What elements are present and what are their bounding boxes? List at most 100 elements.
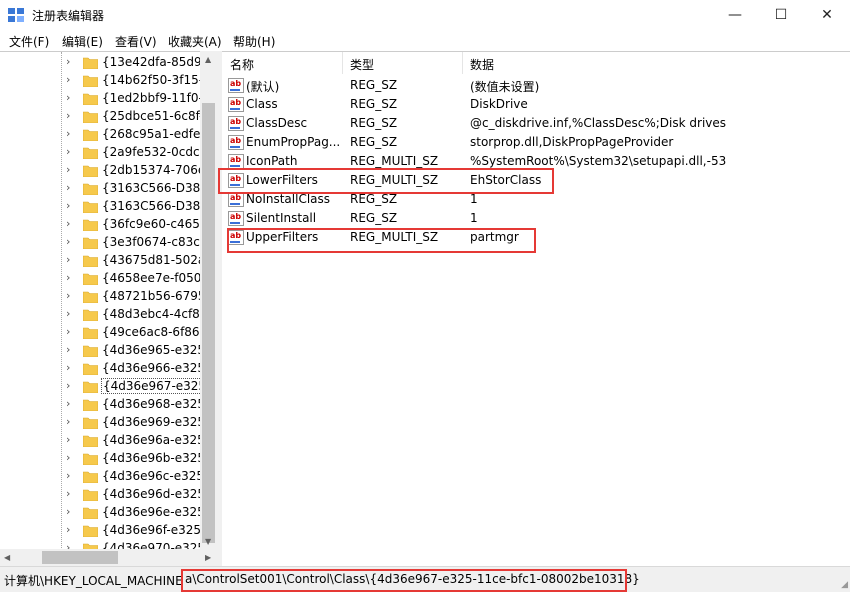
tree-item-label[interactable]: {49ce6ac8-6f86- xyxy=(102,325,204,339)
column-divider[interactable] xyxy=(342,52,343,74)
expand-chevron-icon[interactable]: › xyxy=(66,145,70,158)
tree-item[interactable]: › {4d36e96a-e325- xyxy=(0,432,209,450)
tree-item-label[interactable]: {4d36e965-e325- xyxy=(102,343,209,357)
expand-chevron-icon[interactable]: › xyxy=(66,523,70,536)
tree-item[interactable]: › {48721b56-6795- xyxy=(0,288,210,306)
expand-chevron-icon[interactable]: › xyxy=(66,379,70,392)
expand-chevron-icon[interactable]: › xyxy=(66,181,70,194)
expand-chevron-icon[interactable]: › xyxy=(66,325,70,338)
minimize-button[interactable]: — xyxy=(712,0,758,31)
tree-item[interactable]: › {268c95a1-edfe- xyxy=(0,126,205,144)
tree-item-label[interactable]: {43675d81-502a- xyxy=(102,253,210,267)
maximize-button[interactable]: ☐ xyxy=(758,0,804,31)
column-header-data[interactable]: 数据 xyxy=(470,56,494,73)
value-row[interactable]: ab Class REG_SZ DiskDrive xyxy=(222,95,850,114)
tree-item[interactable]: › {3163C566-D381 xyxy=(0,180,208,198)
tree-item[interactable]: › {4d36e969-e325- xyxy=(0,414,209,432)
tree-item[interactable]: › {4d36e967-e325- xyxy=(0,378,213,396)
tree-item-label[interactable]: {48d3ebc4-4cf8- xyxy=(102,307,204,321)
tree-item-label[interactable]: {4d36e96f-e325- xyxy=(102,523,205,537)
tree-horizontal-scrollbar[interactable]: ◀ ▶ xyxy=(0,549,217,566)
scroll-right-icon[interactable]: ▶ xyxy=(205,553,211,562)
column-header-type[interactable]: 类型 xyxy=(350,56,374,73)
menu-view[interactable]: 查看(V) xyxy=(115,33,157,50)
tree-item-label[interactable]: {4658ee7e-f050- xyxy=(102,271,206,285)
value-row[interactable]: ab ClassDesc REG_SZ @c_diskdrive.inf,%Class… xyxy=(222,114,850,133)
expand-chevron-icon[interactable]: › xyxy=(66,163,70,176)
tree-item[interactable]: › {36fc9e60-c465- xyxy=(0,216,204,234)
scroll-up-icon[interactable]: ▲ xyxy=(205,55,211,64)
tree-item-label[interactable]: {4d36e96e-e325- xyxy=(102,505,209,519)
scroll-left-icon[interactable]: ◀ xyxy=(4,553,10,562)
tree-item-label[interactable]: {3163C566-D381 xyxy=(102,199,208,213)
tree-item-label[interactable]: {14b62f50-3f15- xyxy=(102,73,203,87)
expand-chevron-icon[interactable]: › xyxy=(66,55,70,68)
tree-item-label[interactable]: {3e3f0674-c83c- xyxy=(102,235,204,249)
tree-item-label[interactable]: {4d36e96a-e325- xyxy=(102,433,209,447)
column-header-name[interactable]: 名称 xyxy=(230,56,254,73)
tree-item-label[interactable]: {36fc9e60-c465- xyxy=(102,217,204,231)
expand-chevron-icon[interactable]: › xyxy=(66,217,70,230)
expand-chevron-icon[interactable]: › xyxy=(66,199,70,212)
tree-item[interactable]: › {1ed2bbf9-11f0- xyxy=(0,90,203,108)
tree-item[interactable]: › {2db15374-706e xyxy=(0,162,205,180)
tree-item[interactable]: › {49ce6ac8-6f86- xyxy=(0,324,204,342)
scrollbar-thumb[interactable] xyxy=(202,103,215,543)
tree-item-label[interactable]: {4d36e968-e325- xyxy=(102,397,209,411)
expand-chevron-icon[interactable]: › xyxy=(66,361,70,374)
tree-item-label[interactable]: {48721b56-6795- xyxy=(102,289,210,303)
expand-chevron-icon[interactable]: › xyxy=(66,253,70,266)
close-button[interactable]: ✕ xyxy=(804,0,850,31)
tree-item[interactable]: › {2a9fe532-0cdc- xyxy=(0,144,204,162)
tree-item[interactable]: › {4d36e96c-e325- xyxy=(0,468,208,486)
column-divider[interactable] xyxy=(462,52,463,74)
expand-chevron-icon[interactable]: › xyxy=(66,451,70,464)
tree-item[interactable]: › {43675d81-502a- xyxy=(0,252,210,270)
tree-item[interactable]: › {25dbce51-6c8f- xyxy=(0,108,203,126)
tree-item[interactable]: › {3163C566-D381 xyxy=(0,198,208,216)
tree-item-label[interactable]: {4d36e969-e325- xyxy=(102,415,209,429)
tree-item-label[interactable]: {4d36e967-e325- xyxy=(101,378,213,394)
expand-chevron-icon[interactable]: › xyxy=(66,289,70,302)
tree-item[interactable]: › {4d36e966-e325- xyxy=(0,360,209,378)
tree-item-label[interactable]: {4d36e96b-e325- xyxy=(102,451,209,465)
menu-favorites[interactable]: 收藏夹(A) xyxy=(168,33,222,50)
registry-tree[interactable]: › {13e42dfa-85d9- › {14b62f50-3f15- › {1ed2bb… xyxy=(0,51,217,567)
tree-item[interactable]: › {14b62f50-3f15- xyxy=(0,72,203,90)
tree-item[interactable]: › {4d36e96b-e325- xyxy=(0,450,209,468)
value-row[interactable]: ab (默认) REG_SZ (数值未设置) xyxy=(222,76,850,95)
tree-item-label[interactable]: {4d36e966-e325- xyxy=(102,361,209,375)
scrollbar-thumb[interactable] xyxy=(42,551,118,564)
expand-chevron-icon[interactable]: › xyxy=(66,127,70,140)
expand-chevron-icon[interactable]: › xyxy=(66,487,70,500)
expand-chevron-icon[interactable]: › xyxy=(66,271,70,284)
expand-chevron-icon[interactable]: › xyxy=(66,415,70,428)
expand-chevron-icon[interactable]: › xyxy=(66,307,70,320)
tree-item[interactable]: › {4d36e96e-e325- xyxy=(0,504,209,522)
expand-chevron-icon[interactable]: › xyxy=(66,91,70,104)
value-row[interactable]: ab EnumPropPag... REG_SZ storprop.dll,DiskP… xyxy=(222,133,850,152)
tree-item[interactable]: › {48d3ebc4-4cf8- xyxy=(0,306,204,324)
tree-item-label[interactable]: {1ed2bbf9-11f0- xyxy=(102,91,203,105)
tree-item[interactable]: › {4d36e968-e325- xyxy=(0,396,209,414)
tree-item[interactable]: › {4d36e96f-e325- xyxy=(0,522,205,540)
menu-file[interactable]: 文件(F) xyxy=(9,33,49,50)
tree-item-label[interactable]: {4d36e96d-e325- xyxy=(102,487,209,501)
tree-item[interactable]: › {3e3f0674-c83c- xyxy=(0,234,204,252)
tree-item[interactable]: › {4d36e965-e325- xyxy=(0,342,209,360)
value-row[interactable]: ab SilentInstall REG_SZ 1 xyxy=(222,209,850,228)
menu-help[interactable]: 帮助(H) xyxy=(233,33,275,50)
expand-chevron-icon[interactable]: › xyxy=(66,433,70,446)
tree-item-label[interactable]: {4d36e96c-e325- xyxy=(102,469,208,483)
tree-item[interactable]: › {4d36e96d-e325- xyxy=(0,486,209,504)
scroll-down-icon[interactable]: ▼ xyxy=(205,537,211,546)
tree-item[interactable]: › {4658ee7e-f050- xyxy=(0,270,206,288)
expand-chevron-icon[interactable]: › xyxy=(66,505,70,518)
tree-vertical-scrollbar[interactable]: ▲ ▼ xyxy=(200,51,217,549)
tree-item[interactable]: › {13e42dfa-85d9- xyxy=(0,54,206,72)
expand-chevron-icon[interactable]: › xyxy=(66,73,70,86)
tree-item-label[interactable]: {2db15374-706e xyxy=(102,163,205,177)
expand-chevron-icon[interactable]: › xyxy=(66,397,70,410)
expand-chevron-icon[interactable]: › xyxy=(66,109,70,122)
tree-item-label[interactable]: {2a9fe532-0cdc- xyxy=(102,145,204,159)
